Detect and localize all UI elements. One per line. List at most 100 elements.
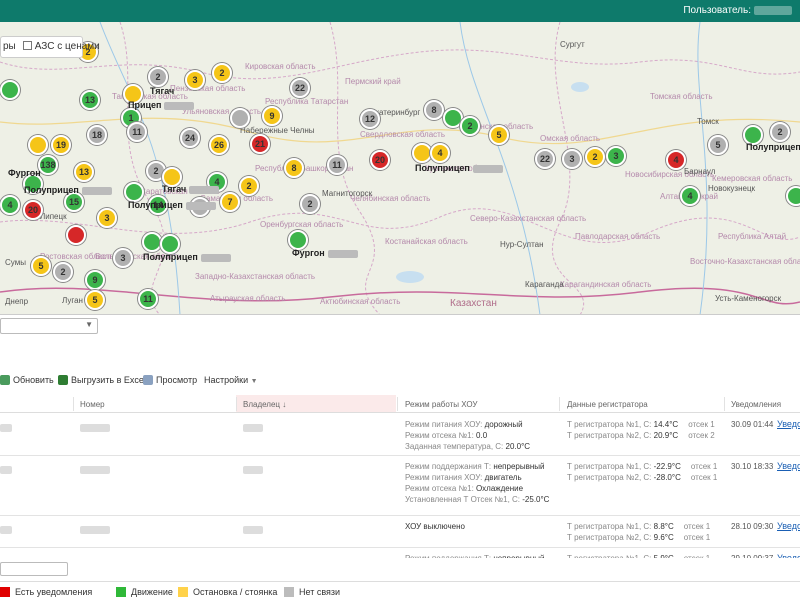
table-row[interactable]: Режим поддержания Т: непрерывный Режим пи… [0,456,800,516]
vehicle-cluster-marker[interactable]: 9 [262,106,282,126]
vehicle-label[interactable]: Прицеп [128,100,195,110]
vehicle-cluster-marker[interactable]: 5 [31,256,51,276]
column-number[interactable]: Номер [80,400,105,409]
notifications-link[interactable]: Уведо [777,521,800,531]
vehicle-cluster-marker[interactable]: 13 [74,162,94,182]
vehicle-label[interactable]: Фургон [8,168,41,178]
top-bar: Пользователь: [0,0,800,22]
vehicle-cluster-marker[interactable]: 7 [220,192,240,212]
fuel-prices-checkbox[interactable] [22,41,32,50]
vehicle-cluster-marker[interactable]: 2 [53,262,73,282]
vehicle-cluster-marker[interactable]: 15 [64,192,84,212]
export-excel-button[interactable]: Выгрузить в Excel [58,375,146,385]
vehicle-cluster-marker[interactable]: 9 [85,270,105,290]
vehicle-cluster-marker[interactable]: 3 [562,149,582,169]
vehicle-cluster-marker[interactable] [230,108,250,128]
vehicle-label[interactable]: Тягач [162,184,220,194]
vehicle-cluster-marker[interactable] [786,186,800,206]
vehicle-cluster-marker[interactable]: 11 [127,122,147,142]
refresh-button[interactable]: Обновить [0,375,54,385]
hou-mode-line: Режим питания ХОУ: двигатель [405,473,522,482]
vehicle-cluster-marker[interactable] [412,143,432,163]
recorder-line: Т регистратора №2, С: -28.0°С отсек 1 [567,473,717,482]
vehicle-cluster-marker[interactable]: 4 [666,150,686,170]
vehicle-cluster-marker[interactable] [288,230,308,250]
user-info[interactable]: Пользователь: [683,5,792,16]
vehicle-cluster-marker[interactable]: 2 [770,122,790,142]
table-row[interactable]: ХОУ выключено Т регистратора №1, С: 8.8°С… [0,516,800,548]
vehicle-label[interactable]: Тягач [150,86,174,96]
column-recorder[interactable]: Данные регистратора [567,400,648,409]
vehicle-cluster-marker[interactable]: 5 [489,125,509,145]
hou-mode-value: 20.0°С [505,442,531,451]
settings-button[interactable]: Настройки ▼ [204,375,258,385]
vehicle-cluster-marker[interactable]: 12 [360,109,380,129]
vehicle-label[interactable]: Полуприцеп [128,200,216,210]
vehicle-cluster-marker[interactable]: 22 [290,78,310,98]
vehicle-cluster-marker[interactable] [124,182,144,202]
recorder-compartment: отсек 1 [690,473,718,482]
vehicle-cluster-marker[interactable]: 2 [300,194,320,214]
vehicle-cluster-marker[interactable]: 8 [284,158,304,178]
legend-alerts: Есть уведомления [0,587,92,597]
vehicle-cluster-marker[interactable]: 4 [430,143,450,163]
redacted-cell [243,526,263,534]
vehicle-cluster-marker[interactable] [142,232,162,252]
column-notifications[interactable]: Уведомления [731,400,781,409]
vehicle-cluster-marker[interactable]: 20 [370,150,390,170]
recorder-temperature: -28.0°С [653,473,681,482]
vehicle-cluster-marker[interactable] [160,234,180,254]
table-row[interactable]: Режим поддержания Т: непрерывный Т регист… [0,548,800,558]
column-divider [559,397,560,411]
page-input[interactable] [0,562,68,576]
vehicle-cluster-marker[interactable]: 24 [180,128,200,148]
vehicle-cluster-marker[interactable]: 26 [209,135,229,155]
recorder-label: Т регистратора №2, С: [567,431,652,440]
vehicle-cluster-marker[interactable]: 21 [250,134,270,154]
column-hou-mode[interactable]: Режим работы ХОУ [405,400,477,409]
recorder-line: Т регистратора №1, С: -22.9°С отсек 1 [567,462,717,471]
vehicle-cluster-marker[interactable]: 5 [708,135,728,155]
vehicle-cluster-marker[interactable]: 3 [606,146,626,166]
vehicle-cluster-marker[interactable]: 19 [51,135,71,155]
fuel-prices-label: АЗС с ценами [34,41,100,52]
vehicle-cluster-marker[interactable]: 13 [80,90,100,110]
vehicle-cluster-marker[interactable]: 4 [680,186,700,206]
notifications-link[interactable]: Уведо [777,461,800,471]
vehicle-cluster-marker[interactable] [0,80,20,100]
vehicle-cluster-marker[interactable] [28,135,48,155]
vehicle-label[interactable]: Полуприцеп [143,252,231,262]
vehicle-cluster-marker[interactable]: 2 [585,147,605,167]
table-row[interactable]: Режим питания ХОУ: дорожный Режим отсека … [0,414,800,456]
column-owner[interactable]: Владелец ↓ [243,400,286,409]
vehicle-cluster-marker[interactable]: 3 [113,248,133,268]
notifications-link[interactable]: Уведо [777,553,800,558]
vehicle-cluster-marker[interactable]: 18 [87,125,107,145]
vehicle-cluster-marker[interactable]: 3 [97,208,117,228]
recorder-temperature: -22.9°С [653,462,681,471]
vehicle-cluster-marker[interactable]: 5 [85,290,105,310]
hou-mode-line: Режим поддержания Т: непрерывный [405,554,545,558]
vehicle-cluster-marker[interactable]: 2 [460,116,480,136]
vehicle-cluster-marker[interactable]: 22 [535,149,555,169]
view-button[interactable]: Просмотр [143,375,197,385]
vehicle-cluster-marker[interactable] [66,225,86,245]
group-select[interactable]: ▼ [0,318,98,334]
notifications-link[interactable]: Уведо [777,419,800,429]
vehicle-label[interactable]: Полуприцеп [24,185,112,195]
vehicle-cluster-marker[interactable]: 20 [23,200,43,220]
vehicle-label[interactable]: Полуприцеп [415,163,503,173]
vehicle-cluster-marker[interactable]: 2 [239,176,259,196]
vehicle-cluster-marker[interactable]: 4 [0,195,20,215]
vehicle-cluster-marker[interactable]: 11 [138,289,158,309]
map-view[interactable]: Тамбовская область Пензенская область Улья… [0,22,800,315]
vehicle-cluster-marker[interactable]: 3 [185,70,205,90]
vehicle-id-redacted [200,253,231,262]
vehicle-label[interactable]: Фургон [292,248,358,258]
vehicle-label[interactable]: Полуприцеп [746,142,800,152]
vehicle-cluster-marker[interactable]: 2 [148,67,168,87]
vehicle-cluster-marker[interactable]: 8 [424,100,444,120]
vehicle-cluster-marker[interactable]: 11 [327,155,347,175]
vehicle-cluster-marker[interactable]: 2 [212,63,232,83]
vehicle-cluster-marker[interactable]: 138 [38,155,58,175]
